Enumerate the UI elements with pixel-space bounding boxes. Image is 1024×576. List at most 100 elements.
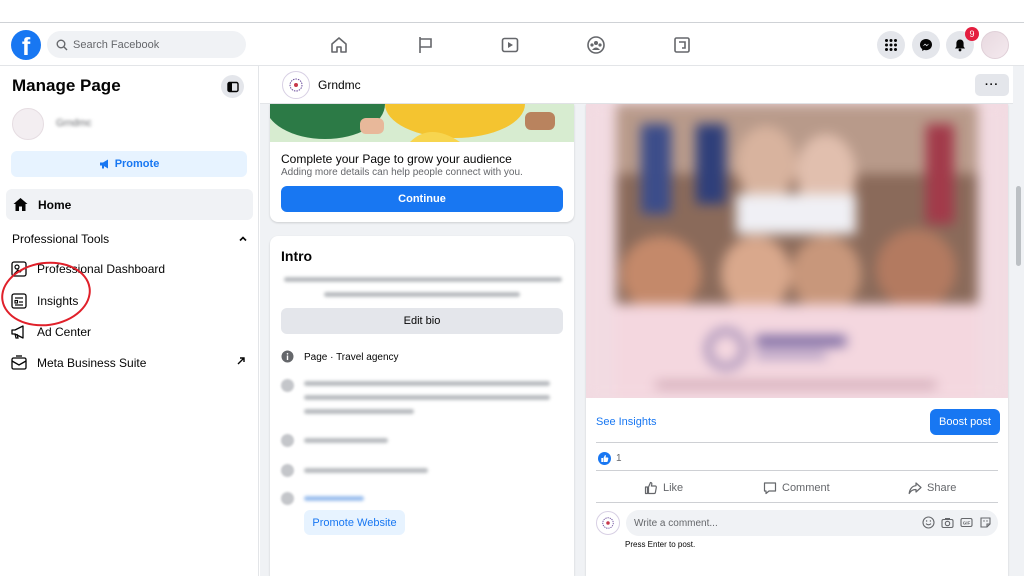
globe-icon — [281, 492, 294, 505]
complete-page-card: Complete your Page to grow your audience… — [270, 104, 574, 222]
gif-icon[interactable]: GIF — [960, 516, 973, 529]
post-card: See Insights Boost post 1 Like Comment S… — [586, 104, 1008, 576]
phone-blurred — [304, 438, 388, 443]
divider — [596, 502, 998, 503]
page-header-avatar[interactable] — [282, 71, 310, 99]
post-image-blurred[interactable] — [586, 104, 1008, 398]
sticker-icon[interactable] — [979, 516, 992, 529]
email-blurred — [304, 468, 428, 473]
address-row — [281, 379, 294, 392]
comment-label: Comment — [782, 482, 830, 494]
search-icon — [56, 39, 68, 50]
collapse-sidebar-icon[interactable] — [221, 75, 244, 98]
intro-card: Intro Edit bio Page · Travel agency Prom… — [270, 236, 574, 576]
scrollbar[interactable] — [1013, 66, 1024, 576]
website-row — [281, 492, 294, 505]
comment-input[interactable] — [634, 517, 914, 529]
promote-label: Promote — [114, 158, 160, 170]
address-blurred — [304, 409, 414, 414]
page-category-value: · Travel agency — [327, 352, 399, 363]
notification-badge: 9 — [965, 27, 979, 41]
reactions-summary[interactable]: 1 — [598, 452, 622, 465]
flag-icon[interactable] — [415, 34, 437, 56]
page-name[interactable]: Grndmc — [56, 118, 92, 129]
complete-page-subtitle: Adding more details can help people conn… — [281, 167, 523, 178]
home-icon[interactable] — [328, 34, 350, 56]
page-category-row — [281, 350, 294, 363]
bio-text-blurred — [324, 292, 520, 297]
ad-center-label: Ad Center — [37, 325, 92, 339]
location-icon — [281, 379, 294, 392]
like-reaction-icon — [598, 452, 611, 465]
see-insights-link[interactable]: See Insights — [596, 416, 657, 428]
page-header-name[interactable]: Grndmc — [318, 78, 361, 92]
email-icon — [281, 464, 294, 477]
professional-tools-header[interactable]: Professional Tools — [12, 232, 248, 246]
meta-business-suite-label: Meta Business Suite — [37, 356, 147, 370]
watch-icon[interactable] — [499, 34, 521, 56]
boost-post-button[interactable]: Boost post — [930, 409, 1000, 435]
megaphone-icon — [99, 159, 108, 169]
page-avatar[interactable] — [12, 108, 44, 140]
comment-tools: GIF — [922, 516, 992, 529]
info-icon — [281, 350, 294, 363]
scrollbar-thumb[interactable] — [1016, 186, 1021, 266]
page-main-area: Grndmc ··· Complete your Page to grow yo… — [260, 66, 1024, 576]
complete-page-illustration — [270, 104, 574, 142]
account-avatar[interactable] — [981, 31, 1009, 59]
gaming-icon[interactable] — [671, 34, 693, 56]
search-input[interactable] — [73, 38, 233, 51]
megaphone-icon — [11, 325, 24, 339]
svg-text:GIF: GIF — [963, 521, 971, 526]
divider — [596, 442, 998, 443]
phone-row — [281, 434, 294, 447]
comment-box[interactable]: GIF — [626, 510, 998, 536]
professional-tools-label: Professional Tools — [12, 232, 110, 246]
page-category: Page · Travel agency — [304, 352, 399, 363]
top-navigation-bar: f 9 — [0, 24, 1024, 66]
sidebar-item-home[interactable]: Home — [6, 189, 253, 220]
email-row — [281, 464, 294, 477]
address-blurred — [304, 395, 550, 400]
promote-button[interactable]: Promote — [11, 151, 247, 177]
like-button[interactable]: Like — [644, 481, 683, 495]
page-header: Grndmc ··· — [260, 66, 1024, 104]
commenter-avatar[interactable] — [596, 511, 620, 535]
divider — [596, 470, 998, 471]
like-count: 1 — [616, 453, 622, 464]
home-filled-icon — [13, 198, 28, 211]
emoji-icon[interactable] — [922, 516, 935, 529]
share-label: Share — [927, 482, 957, 494]
bio-text-blurred — [284, 277, 562, 282]
facebook-logo[interactable]: f — [11, 30, 41, 60]
continue-button[interactable]: Continue — [281, 186, 563, 212]
share-icon — [908, 482, 922, 495]
messenger-icon[interactable] — [912, 31, 940, 59]
complete-page-title: Complete your Page to grow your audience — [281, 152, 512, 166]
window-top-strip — [0, 0, 1024, 23]
promote-website-button[interactable]: Promote Website — [304, 510, 405, 535]
comment-button[interactable]: Comment — [763, 481, 830, 495]
sidebar-item-meta-business-suite[interactable]: Meta Business Suite — [10, 352, 250, 374]
camera-icon[interactable] — [941, 516, 954, 529]
share-button[interactable]: Share — [908, 481, 956, 495]
website-blurred[interactable] — [304, 496, 364, 501]
external-link-icon — [237, 357, 245, 365]
more-options-button[interactable]: ··· — [975, 74, 1009, 96]
intro-title: Intro — [281, 248, 313, 264]
groups-icon[interactable] — [585, 34, 607, 56]
like-label: Like — [663, 482, 684, 494]
page-label: Page — [304, 352, 328, 363]
phone-icon — [281, 434, 294, 447]
manage-page-sidebar: Manage Page Grndmc Promote Home Professi… — [0, 66, 259, 576]
chevron-up-icon — [239, 236, 247, 242]
sidebar-title: Manage Page — [12, 76, 121, 95]
menu-grid-icon[interactable] — [877, 31, 905, 59]
edit-bio-button[interactable]: Edit bio — [281, 308, 563, 334]
comment-icon — [763, 482, 777, 495]
thumbs-up-icon — [644, 481, 657, 495]
press-enter-hint: Press Enter to post. — [625, 540, 696, 549]
search-bar[interactable] — [47, 31, 246, 58]
business-suite-icon — [11, 355, 27, 370]
home-label: Home — [38, 197, 72, 212]
